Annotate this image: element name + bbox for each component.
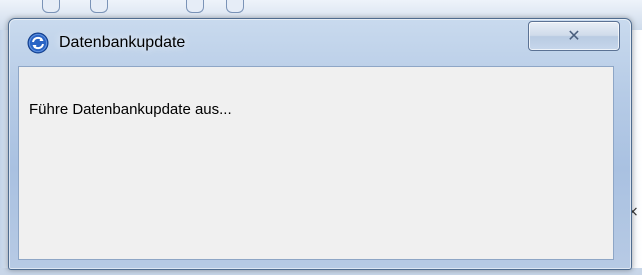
close-icon: ✕ <box>567 26 581 45</box>
toolbar-button-icon <box>186 0 204 13</box>
background-left-edge <box>0 30 8 275</box>
status-message: Führe Datenbankupdate aus... <box>29 101 232 118</box>
dialog-title: Datenbankupdate <box>59 34 186 51</box>
toolbar-button-icon <box>42 0 60 13</box>
update-dialog: Datenbankupdate ✕ Führe Datenbankupdate … <box>8 18 632 270</box>
toolbar-button-icon <box>226 0 244 13</box>
dialog-titlebar[interactable]: Datenbankupdate ✕ <box>9 19 631 63</box>
refresh-icon <box>27 32 49 54</box>
dialog-content: Führe Datenbankupdate aus... <box>18 66 614 260</box>
toolbar-button-icon <box>90 0 108 13</box>
close-button[interactable]: ✕ <box>528 21 620 51</box>
